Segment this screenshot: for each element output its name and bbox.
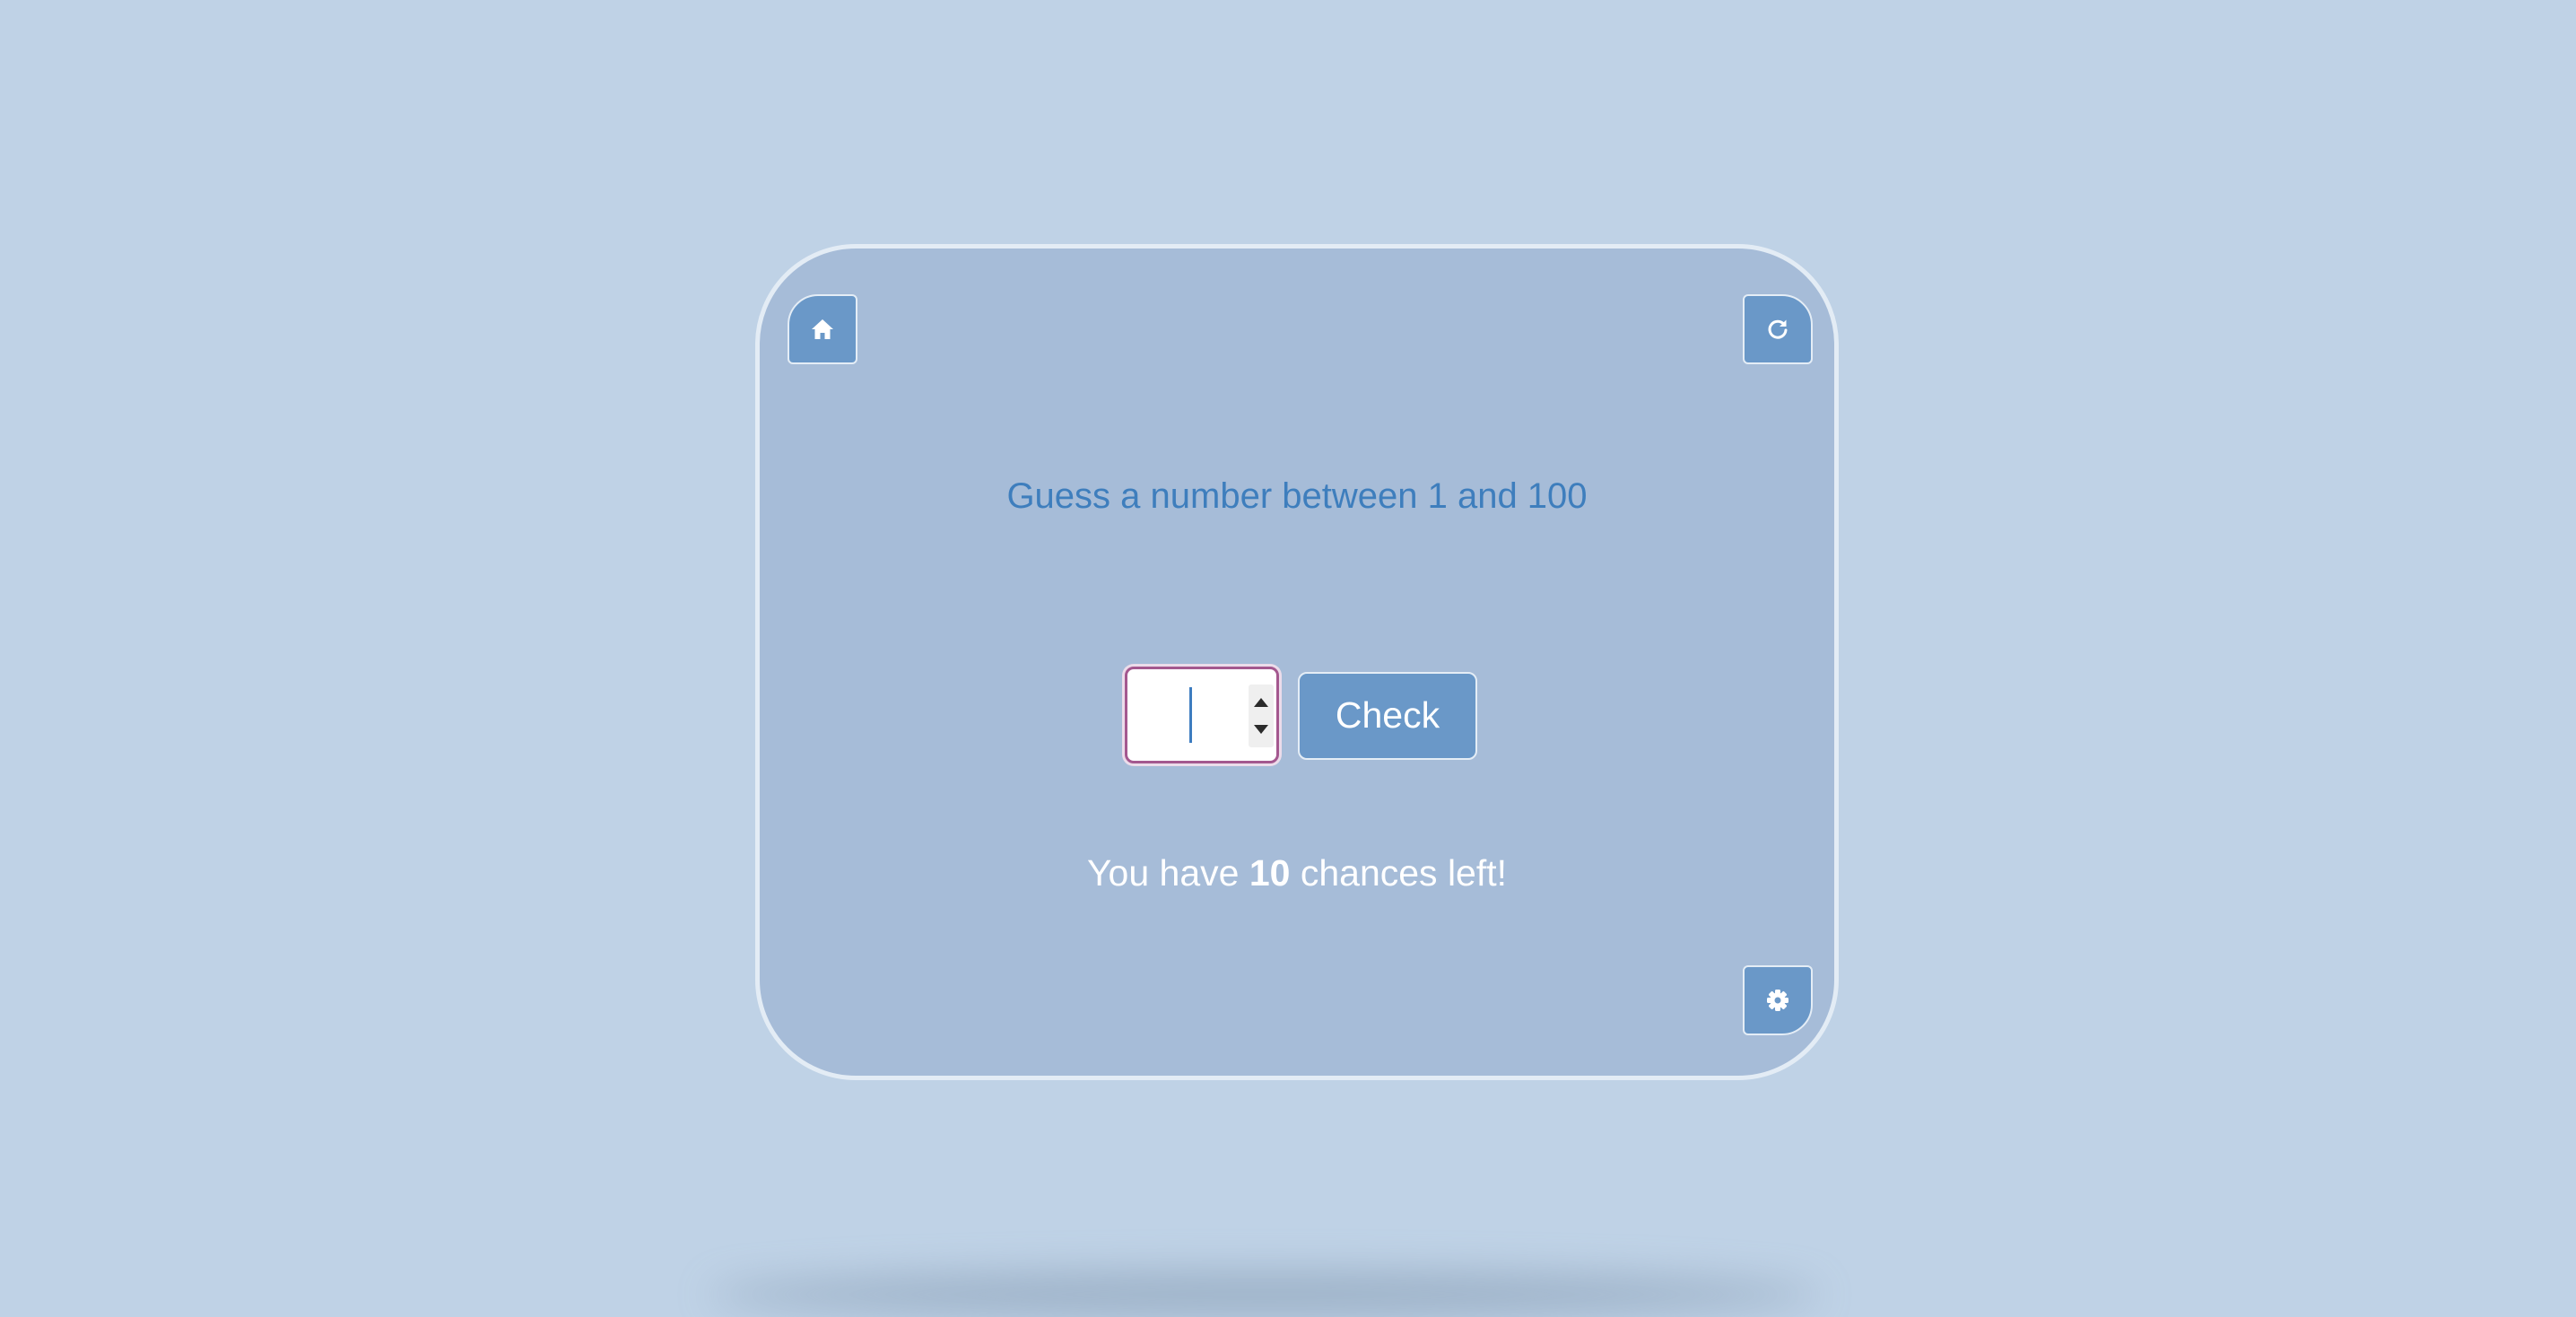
number-spinner[interactable] xyxy=(1249,685,1274,747)
text-caret xyxy=(1189,687,1192,743)
restart-button[interactable] xyxy=(1743,294,1813,364)
caret-down-icon[interactable] xyxy=(1254,725,1268,734)
game-prompt: Guess a number between 1 and 100 xyxy=(1006,476,1588,516)
bottom-shadow xyxy=(709,1272,1821,1317)
chances-count: 10 xyxy=(1249,852,1291,894)
caret-up-icon[interactable] xyxy=(1254,698,1268,707)
settings-button[interactable] xyxy=(1743,965,1813,1035)
restart-icon xyxy=(1768,319,1788,339)
gear-icon xyxy=(1767,990,1788,1011)
chances-remaining: You have 10 chances left! xyxy=(760,850,1834,895)
check-button[interactable]: Check xyxy=(1298,672,1477,760)
chances-prefix: You have xyxy=(1086,852,1249,894)
game-card: Guess a number between 1 and 100 Check Y… xyxy=(755,244,1839,1080)
chances-suffix: chances left! xyxy=(1290,852,1508,894)
guess-number-input[interactable] xyxy=(1125,667,1279,763)
home-icon xyxy=(812,319,833,339)
home-button[interactable] xyxy=(788,294,857,364)
